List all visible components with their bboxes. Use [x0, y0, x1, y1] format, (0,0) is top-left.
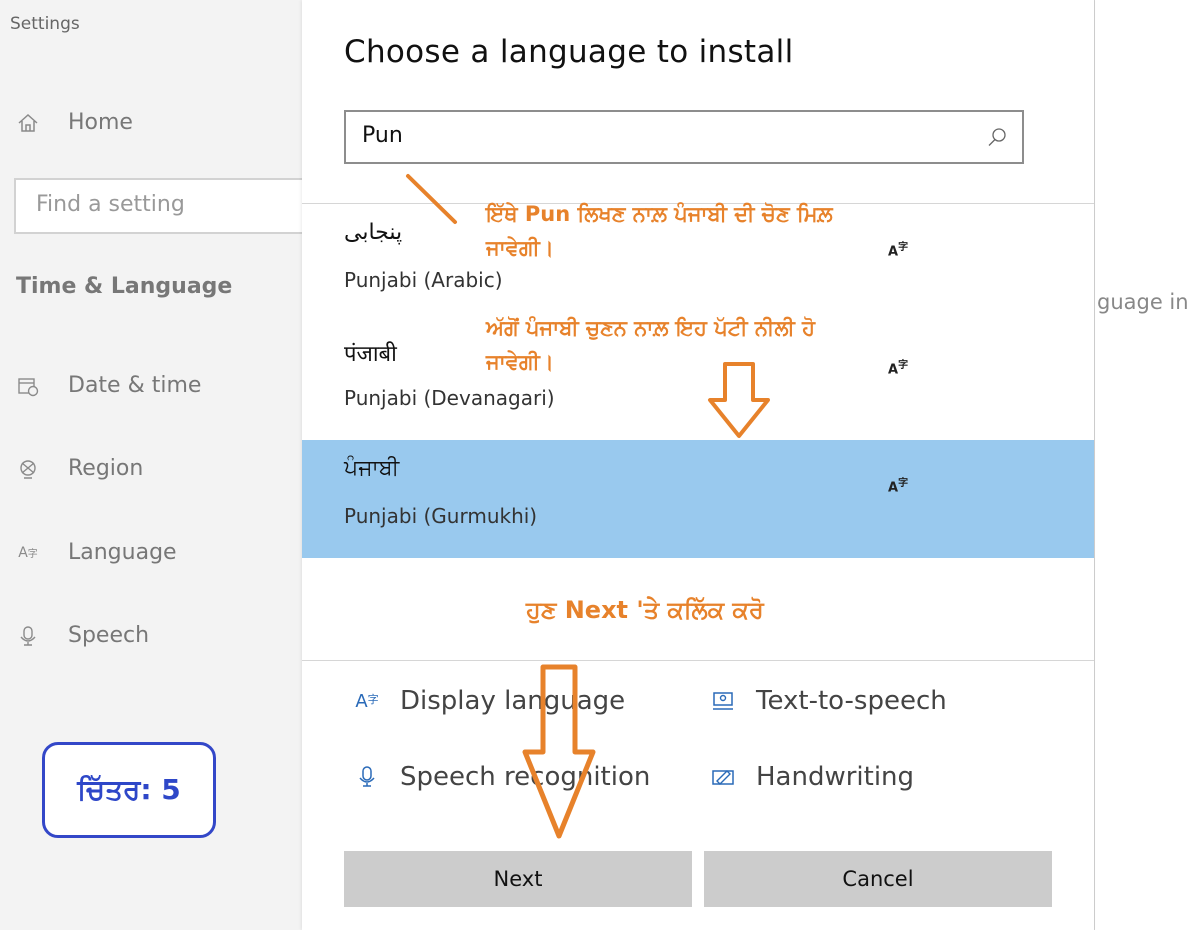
figure-label: ਚਿੱਤਰ: 5 [42, 742, 216, 838]
annotation-arrow-to-next [522, 664, 596, 839]
annotation-pointer-line [406, 174, 457, 224]
annotation-next-note: ਹੁਣ Next 'ਤੇ ਕਲਿੱਕ ਕਰੋ [526, 596, 764, 624]
annotation-select-note: ਅੱਗੋਂ ਪੰਜਾਬੀ ਚੁਣਨ ਨਾਲ਼ ਇਹ ਪੱਟੀ ਨੀਲੀ ਹੋ ਜ… [486, 316, 816, 374]
annotation-search-note: ਇੱਥੇ Pun ਲਿਖਣ ਨਾਲ਼ ਪੰਜਾਬੀ ਦੀ ਚੋਣ ਮਿਲ਼ ਜਾ… [486, 202, 833, 260]
